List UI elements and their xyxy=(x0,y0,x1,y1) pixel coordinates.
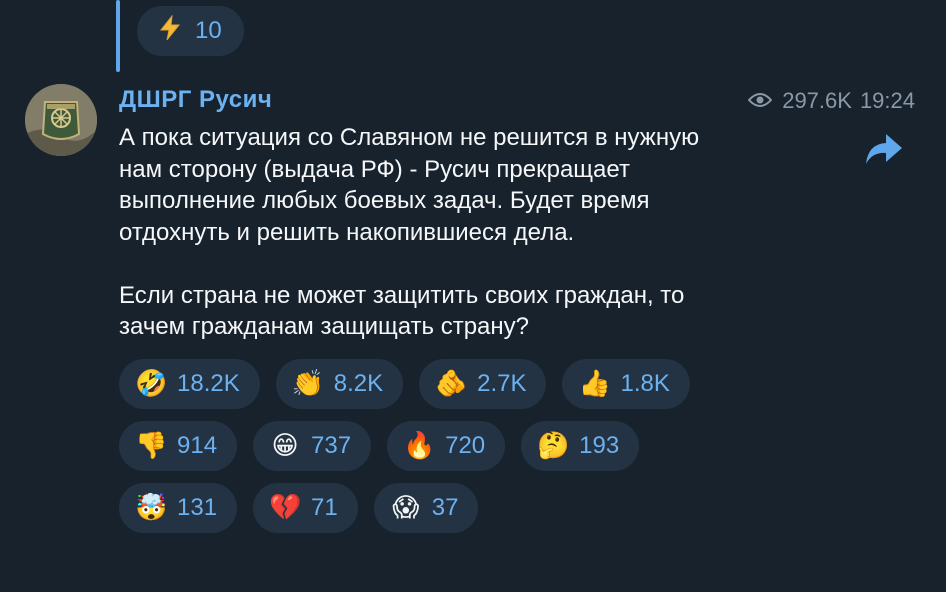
reaction-grin[interactable]: 😁 737 xyxy=(253,421,372,471)
reaction-count: 37 xyxy=(431,494,459,521)
quote-bar xyxy=(116,0,120,72)
grin-icon: 😁 xyxy=(271,431,299,461)
reaction-lightning[interactable]: 10 xyxy=(137,6,244,56)
message-meta: 297.6K 19:24 xyxy=(747,88,915,114)
reaction-count: 10 xyxy=(195,17,222,44)
reaction-row: 👎 914 😁 737 🔥 720 🤔 193 xyxy=(119,421,819,471)
thumbs-down-icon: 👎 xyxy=(135,431,168,461)
message-text: А пока ситуация со Славяном не решится в… xyxy=(119,122,799,343)
reaction-count: 8.2K xyxy=(333,370,384,397)
scream-icon: 😱 xyxy=(392,493,420,523)
share-arrow-icon xyxy=(864,134,904,170)
reaction-rofl[interactable]: 🤣 18.2K xyxy=(119,359,260,409)
message-paragraph: Если страна не может защитить своих граж… xyxy=(119,281,685,341)
lightning-icon xyxy=(157,13,183,48)
reaction-thumbs-up[interactable]: 👍 1.8K xyxy=(562,359,690,409)
view-count: 297.6K xyxy=(782,88,852,113)
reaction-count: 720 xyxy=(445,432,486,459)
avatar[interactable] xyxy=(25,84,97,156)
reaction-clap[interactable]: 👏 8.2K xyxy=(275,359,404,409)
clap-icon: 👏 xyxy=(291,369,325,399)
reaction-count: 737 xyxy=(311,432,352,459)
message-paragraph: А пока ситуация со Славяном не решится в… xyxy=(119,124,700,246)
reactions-panel: 🤣 18.2K 👏 8.2K 🫵 2.7K 👍 1.8K 👎 914 😁 737… xyxy=(119,359,819,545)
reaction-count: 18.2K xyxy=(177,370,240,397)
broken-heart-icon: 💔 xyxy=(269,493,302,523)
reaction-mind-blown[interactable]: 🤯 131 xyxy=(119,483,238,533)
forward-button[interactable] xyxy=(864,132,904,166)
reaction-row: 🤣 18.2K 👏 8.2K 🫵 2.7K 👍 1.8K xyxy=(119,359,819,409)
reaction-count: 914 xyxy=(177,432,218,459)
thinking-icon: 🤔 xyxy=(537,431,570,461)
fire-icon: 🔥 xyxy=(403,431,436,461)
reaction-count: 193 xyxy=(579,432,620,459)
reaction-fire[interactable]: 🔥 720 xyxy=(387,421,506,471)
pointing-hand-icon: 🫵 xyxy=(435,369,468,399)
reaction-row: 🤯 131 💔 71 😱 37 xyxy=(119,483,819,533)
channel-name[interactable]: ДШРГ Русич xyxy=(119,86,272,114)
reaction-count: 1.8K xyxy=(620,370,670,397)
reaction-thumbs-down[interactable]: 👎 914 xyxy=(119,421,238,471)
reaction-count: 2.7K xyxy=(477,370,527,397)
mind-blown-icon: 🤯 xyxy=(135,493,168,523)
reaction-count: 131 xyxy=(177,494,218,521)
rofl-icon: 🤣 xyxy=(135,369,168,399)
eye-icon xyxy=(747,88,773,114)
reaction-pointing-hand[interactable]: 🫵 2.7K xyxy=(419,359,547,409)
reaction-broken-heart[interactable]: 💔 71 xyxy=(253,483,358,533)
thumbs-up-icon: 👍 xyxy=(578,369,611,399)
telegram-channel-view: 10 ДШРГ Русич 297.6K 19:24 А пока ситуац… xyxy=(0,0,946,592)
message-time: 19:24 xyxy=(859,88,915,113)
reaction-scream[interactable]: 😱 37 xyxy=(373,483,479,533)
reaction-thinking[interactable]: 🤔 193 xyxy=(521,421,640,471)
reaction-count: 71 xyxy=(311,494,338,521)
